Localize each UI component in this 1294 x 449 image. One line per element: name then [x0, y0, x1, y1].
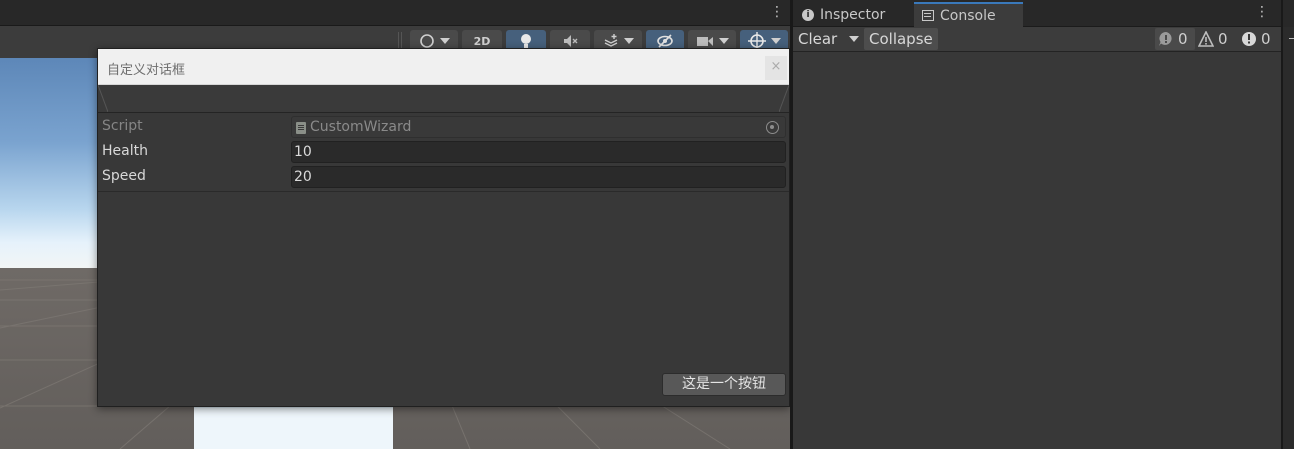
health-value: 10 — [294, 144, 312, 160]
dialog-header-strip — [98, 85, 789, 113]
console-toolbar: Clear Collapse 0 0 0 — [793, 27, 1281, 52]
scene-tabbar: ⋮ — [0, 0, 790, 26]
strip-corner-right — [779, 85, 789, 112]
property-row-health: Health 10 — [98, 140, 789, 164]
speed-input[interactable]: 20 — [291, 166, 786, 188]
clear-options-dropdown[interactable] — [844, 28, 863, 50]
collapse-toggle[interactable]: Collapse — [864, 28, 938, 50]
draw-mode-icon — [419, 34, 434, 48]
warning-triangle-icon — [1198, 31, 1214, 47]
scene-cube-object[interactable] — [194, 406, 393, 449]
kebab-menu-icon[interactable]: ⋮ — [1255, 4, 1269, 20]
chevron-down-icon — [848, 36, 859, 42]
script-object-field[interactable]: CustomWizard — [291, 116, 786, 138]
log-count-toggle[interactable]: 0 — [1155, 28, 1195, 50]
speed-value: 20 — [294, 169, 312, 185]
tab-inspector[interactable]: i Inspector — [802, 2, 885, 27]
tab-console[interactable]: Console — [914, 2, 1023, 27]
custom-dialog-window: 自定义对话框 × Script CustomWizard Health 10 S… — [97, 48, 790, 407]
health-input[interactable]: 10 — [291, 141, 786, 163]
toggle-2d-label: 2D — [473, 34, 491, 48]
log-info-icon — [1158, 31, 1174, 47]
tab-inspector-label: Inspector — [820, 6, 886, 23]
wizard-properties: Script CustomWizard Health 10 Speed 20 — [98, 115, 789, 192]
error-icon — [1241, 31, 1257, 47]
chevron-down-icon — [718, 38, 729, 44]
clear-button[interactable]: Clear — [793, 28, 842, 50]
audio-mute-icon — [564, 35, 578, 47]
warning-count: 0 — [1218, 30, 1228, 48]
warning-count-toggle[interactable]: 0 — [1198, 28, 1228, 50]
property-label-speed: Speed — [102, 168, 146, 184]
chevron-down-icon — [623, 38, 634, 44]
dialog-title: 自定义对话框 — [107, 63, 186, 78]
info-icon: i — [802, 8, 814, 21]
console-panel: i Inspector Console ⋮ Clear Collapse 0 0 — [793, 0, 1281, 449]
layers-effects-icon — [604, 34, 617, 47]
dialog-close-button[interactable]: × — [765, 56, 787, 80]
panel-tabbar: i Inspector Console ⋮ — [793, 0, 1281, 27]
tab-console-label: Console — [940, 7, 996, 24]
dialog-action-button[interactable]: 这是一个按钮 — [662, 373, 786, 396]
dialog-titlebar[interactable]: 自定义对话框 × — [98, 49, 789, 85]
toolbar-grip[interactable] — [398, 32, 402, 48]
strip-corner-left — [98, 85, 108, 112]
property-row-script: Script CustomWizard — [98, 115, 789, 139]
property-label-health: Health — [102, 143, 148, 159]
chevron-down-icon — [770, 38, 781, 44]
object-picker-icon[interactable] — [766, 121, 779, 134]
adjacent-panel-control[interactable] — [1289, 38, 1294, 39]
log-count: 0 — [1178, 30, 1188, 48]
error-count-toggle[interactable]: 0 — [1241, 28, 1271, 50]
script-file-icon — [296, 122, 306, 134]
property-row-speed: Speed 20 — [98, 165, 789, 189]
error-count: 0 — [1261, 30, 1271, 48]
console-icon — [922, 10, 934, 21]
script-object-value: CustomWizard — [310, 119, 412, 135]
hidden-eye-icon — [657, 34, 673, 48]
scene-panel-menu-icon[interactable]: ⋮ — [770, 4, 784, 20]
chevron-down-icon — [439, 38, 450, 44]
close-icon: × — [770, 59, 782, 74]
adjacent-panel-edge — [1281, 0, 1294, 449]
property-label-script: Script — [102, 118, 143, 134]
light-bulb-icon — [521, 34, 531, 48]
camera-icon — [696, 37, 713, 46]
console-log-list[interactable] — [793, 52, 1281, 449]
adjacent-panel-tabbar — [1283, 0, 1294, 27]
